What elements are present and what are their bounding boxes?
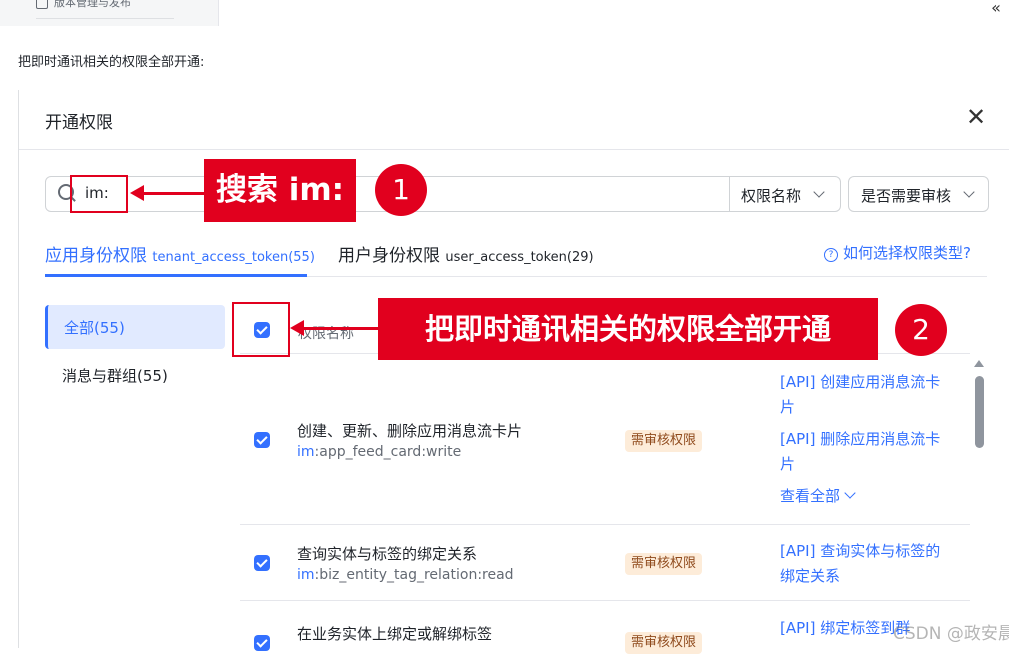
row-divider [240, 600, 970, 601]
checkbox-highlight-box [232, 302, 290, 357]
chevron-down-icon [844, 487, 856, 499]
watermark: CSDN @政安晨 [893, 624, 1009, 644]
annotation-step1-badge: 1 [375, 164, 427, 216]
filter-label: 权限名称 [741, 187, 802, 205]
view-all-link[interactable]: 查看全部 [780, 484, 856, 509]
tab-app-identity[interactable]: 应用身份权限 tenant_access_token(55) [45, 241, 315, 266]
top-strip: 版本管理与发布 [0, 0, 1009, 26]
status-badge: 需审核权限 [625, 632, 703, 654]
permission-name: 创建、更新、删除应用消息流卡片 [297, 422, 523, 440]
row-checkbox[interactable] [254, 432, 270, 448]
sidebar-item-messages-groups[interactable]: 消息与群组(55) [62, 365, 168, 386]
search-highlight-box [70, 175, 128, 213]
annotation-label-step1: 搜索 im: [204, 159, 356, 222]
api-link[interactable]: [API] 创建应用消息流卡片 [780, 370, 950, 420]
permission-key: im:biz_entity_tag_relation:read [297, 567, 514, 583]
instruction-text: 把即时通讯相关的权限全部开通: [18, 55, 205, 70]
annotation-arrow-line [302, 327, 380, 330]
permission-name-filter[interactable]: 权限名称 [729, 176, 841, 212]
status-badge: 需审核权限 [625, 553, 703, 575]
permission-name: 查询实体与标签的绑定关系 [297, 545, 478, 563]
row-checkbox[interactable] [254, 635, 270, 651]
nav-item-version-release[interactable]: 版本管理与发布 [36, 0, 131, 10]
permission-name: 在业务实体上绑定或解绑标签 [297, 625, 493, 643]
help-link[interactable]: ? 如何选择权限类型? [824, 242, 971, 263]
permission-key: im:app_feed_card:write [297, 444, 462, 460]
annotation-label-step2: 把即时通讯相关的权限全部开通 [378, 298, 878, 360]
close-icon[interactable]: ✕ [962, 104, 990, 132]
chevron-down-icon [813, 186, 825, 198]
annotation-step2-badge: 2 [895, 304, 947, 356]
chevron-down-icon [963, 186, 975, 198]
api-link[interactable]: [API] 删除应用消息流卡片 [780, 427, 950, 477]
api-link[interactable]: [API] 查询实体与标签的绑定关系 [780, 539, 950, 589]
review-required-filter[interactable]: 是否需要审核 [848, 176, 989, 212]
active-tab-indicator [45, 274, 307, 277]
filter-label: 是否需要审核 [861, 187, 952, 205]
annotation-arrow-line [142, 192, 206, 195]
dialog-header-divider [19, 149, 1009, 150]
screenshot-border [18, 90, 19, 648]
nav-divider [36, 18, 174, 19]
dialog-title: 开通权限 [45, 113, 113, 133]
scroll-up-icon[interactable] [974, 360, 984, 367]
column-header-permission-name: 权限名称 [298, 326, 354, 342]
tab-user-identity[interactable]: 用户身份权限 user_access_token(29) [338, 241, 594, 266]
question-icon: ? [824, 248, 838, 262]
status-badge: 需审核权限 [625, 430, 703, 452]
row-checkbox[interactable] [254, 555, 270, 571]
collapse-icon[interactable]: « [985, 0, 1007, 26]
row-divider [240, 524, 970, 525]
sidebar-item-all[interactable]: 全部(55) [45, 305, 225, 349]
publish-icon [36, 0, 48, 9]
scrollbar-thumb[interactable] [975, 376, 984, 448]
